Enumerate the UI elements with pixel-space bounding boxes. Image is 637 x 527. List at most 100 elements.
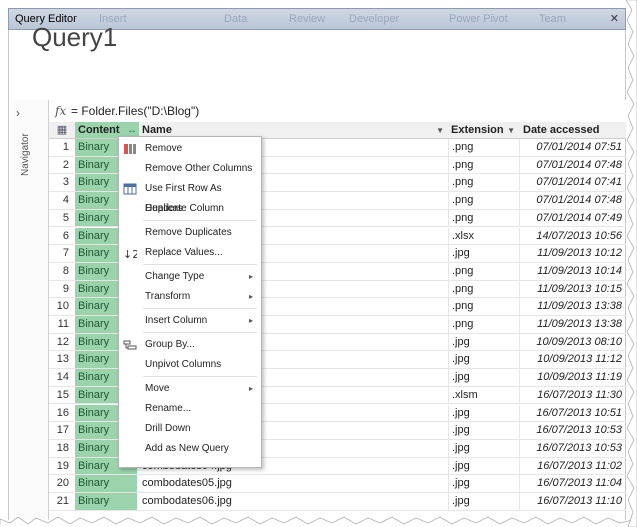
ghost-tab: Review xyxy=(289,13,326,25)
menu-item-duplicate-column[interactable]: Duplicate Column xyxy=(119,199,261,219)
extension-cell[interactable]: .png xyxy=(448,156,518,174)
extension-cell[interactable]: .jpg xyxy=(448,245,518,262)
date-accessed-cell[interactable]: 07/01/2014 07:48 xyxy=(519,156,626,174)
ghost-tab: Data xyxy=(224,13,248,25)
date-accessed-cell[interactable]: 11/09/2013 13:38 xyxy=(519,298,626,315)
menu-item-label: Remove xyxy=(145,143,183,154)
extension-cell[interactable]: .png xyxy=(448,298,518,315)
date-accessed-cell[interactable]: 16/07/2013 11:30 xyxy=(519,386,626,404)
menu-item-rename[interactable]: Rename... xyxy=(119,399,261,419)
menu-item-group-by[interactable]: Group By... xyxy=(119,335,261,355)
row-number: 19 xyxy=(56,459,69,472)
row-number: 4 xyxy=(62,194,69,207)
extension-cell[interactable]: .jpg xyxy=(448,404,518,422)
date-accessed-cell[interactable]: 16/07/2013 11:02 xyxy=(519,457,626,475)
date-accessed-cell[interactable]: 10/09/2013 11:12 xyxy=(519,351,626,369)
date-accessed-cell[interactable]: 10/09/2013 08:10 xyxy=(519,333,626,351)
date-accessed-cell[interactable]: 07/01/2014 07:48 xyxy=(519,192,626,209)
extension-cell[interactable]: .png xyxy=(448,280,518,298)
submenu-arrow-icon: ▸ xyxy=(248,316,253,325)
menu-item-remove-duplicates[interactable]: Remove Duplicates xyxy=(119,223,261,243)
close-icon[interactable]: ✕ xyxy=(610,12,619,25)
table-row[interactable]: 21 Binary combodates06.jpg .jpg 16/07/2013 1… xyxy=(49,493,626,511)
extension-cell[interactable]: .png xyxy=(448,209,518,227)
date-accessed-cell[interactable]: 11/09/2013 13:38 xyxy=(519,316,626,333)
table-row[interactable]: 20 Binary combodates05.jpg .jpg 16/07/2013 1… xyxy=(49,475,626,493)
row-number: 18 xyxy=(56,441,69,454)
row-number: 21 xyxy=(56,495,69,507)
table-icon[interactable]: ▦ xyxy=(49,122,75,139)
extension-cell[interactable]: .jpg xyxy=(448,493,518,510)
extension-cell[interactable]: .xlsm xyxy=(448,386,518,404)
extension-cell[interactable]: .png xyxy=(448,316,518,333)
column-header-date-accessed[interactable]: Date accessed xyxy=(519,122,626,139)
menu-item-transform[interactable]: Transform ▸ xyxy=(119,287,261,307)
date-accessed-cell[interactable]: 16/07/2013 10:53 xyxy=(519,422,626,439)
menu-item-remove[interactable]: Remove xyxy=(119,139,261,159)
extension-cell[interactable]: .jpg xyxy=(448,475,518,492)
extension-cell[interactable]: .jpg xyxy=(448,369,518,386)
expand-navigator-icon[interactable]: › xyxy=(16,106,20,120)
date-accessed-cell[interactable]: 07/01/2014 07:51 xyxy=(519,139,626,156)
row-number: 8 xyxy=(62,264,69,277)
extension-cell[interactable]: .jpg xyxy=(448,422,518,439)
row-number: 2 xyxy=(62,158,69,171)
row-number: 10 xyxy=(56,300,69,313)
menu-item-label: Remove Other Columns xyxy=(145,163,253,174)
name-cell[interactable]: combodates05.jpg xyxy=(139,475,447,492)
date-accessed-cell[interactable]: 16/07/2013 11:10 xyxy=(519,493,626,510)
date-accessed-cell[interactable]: 11/09/2013 10:15 xyxy=(519,280,626,298)
menu-item-replace-values[interactable]: ↓2 Replace Values... xyxy=(119,243,261,263)
fx-icon: fx xyxy=(55,104,67,118)
row-number: 9 xyxy=(62,282,69,295)
menu-item-change-type[interactable]: Change Type ▸ xyxy=(119,267,261,287)
extension-cell[interactable]: .png xyxy=(448,192,518,209)
extension-cell[interactable]: .png xyxy=(448,262,518,280)
date-accessed-cell[interactable]: 07/01/2014 07:49 xyxy=(519,209,626,227)
column-header-extension[interactable]: Extension ▼ xyxy=(448,122,519,139)
menu-item-use-first-row-as-headers[interactable]: Use First Row As Headers xyxy=(119,179,261,214)
filter-dropdown-icon[interactable]: ▼ xyxy=(436,122,444,139)
extension-cell[interactable]: .jpg xyxy=(448,457,518,475)
extension-cell[interactable]: .png xyxy=(448,174,518,192)
formula-text[interactable]: = Folder.Files("D:\Blog") xyxy=(71,104,199,118)
menu-item-label: Add as New Query xyxy=(145,443,229,454)
date-accessed-cell[interactable]: 11/09/2013 10:14 xyxy=(519,262,626,280)
date-accessed-cell[interactable]: 14/07/2013 10:56 xyxy=(519,227,626,245)
extension-cell[interactable]: .jpg xyxy=(448,439,518,457)
date-accessed-cell[interactable]: 10/09/2013 11:19 xyxy=(519,369,626,386)
menu-item-add-as-new-query[interactable]: Add as New Query xyxy=(119,439,261,459)
submenu-arrow-icon: ▸ xyxy=(248,272,253,281)
row-number: 5 xyxy=(62,211,69,224)
date-accessed-cell[interactable]: 16/07/2013 10:51 xyxy=(519,404,626,422)
menu-item-drill-down[interactable]: Drill Down xyxy=(119,419,261,439)
menu-separator xyxy=(143,332,257,333)
name-cell[interactable]: combodates06.jpg xyxy=(139,493,447,510)
menu-item-unpivot-columns[interactable]: Unpivot Columns xyxy=(119,355,261,375)
group-by-icon xyxy=(123,338,137,352)
menu-item-move[interactable]: Move ▸ xyxy=(119,379,261,399)
extension-cell[interactable]: .jpg xyxy=(448,333,518,351)
date-accessed-cell[interactable]: 11/09/2013 10:12 xyxy=(519,245,626,262)
content-cell[interactable]: Binary xyxy=(75,475,137,492)
row-number: 14 xyxy=(56,371,69,384)
date-accessed-cell[interactable]: 07/01/2014 07:41 xyxy=(519,174,626,192)
extension-cell[interactable]: .xlsx xyxy=(448,227,518,245)
row-number: 12 xyxy=(56,335,69,348)
row-number: 15 xyxy=(56,388,69,401)
content-cell[interactable]: Binary xyxy=(75,493,137,510)
extension-cell[interactable]: .jpg xyxy=(448,351,518,369)
ghost-tab: Team xyxy=(539,13,566,25)
menu-item-remove-other-columns[interactable]: Remove Other Columns xyxy=(119,159,261,179)
menu-item-insert-column[interactable]: Insert Column ▸ xyxy=(119,311,261,331)
menu-separator xyxy=(143,376,257,377)
filter-dropdown-icon[interactable]: ▼ xyxy=(507,122,515,139)
date-accessed-cell[interactable]: 16/07/2013 11:04 xyxy=(519,475,626,492)
table-header-icon xyxy=(123,182,137,196)
date-accessed-cell[interactable]: 16/07/2013 10:53 xyxy=(519,439,626,457)
extension-cell[interactable]: .png xyxy=(448,139,518,156)
column-context-menu: Remove Remove Other Columns Use First Row … xyxy=(118,136,262,468)
menu-item-label: Move xyxy=(145,383,170,394)
formula-bar[interactable]: fx = Folder.Files("D:\Blog") xyxy=(49,100,626,123)
menu-item-label: Change Type xyxy=(145,271,205,282)
